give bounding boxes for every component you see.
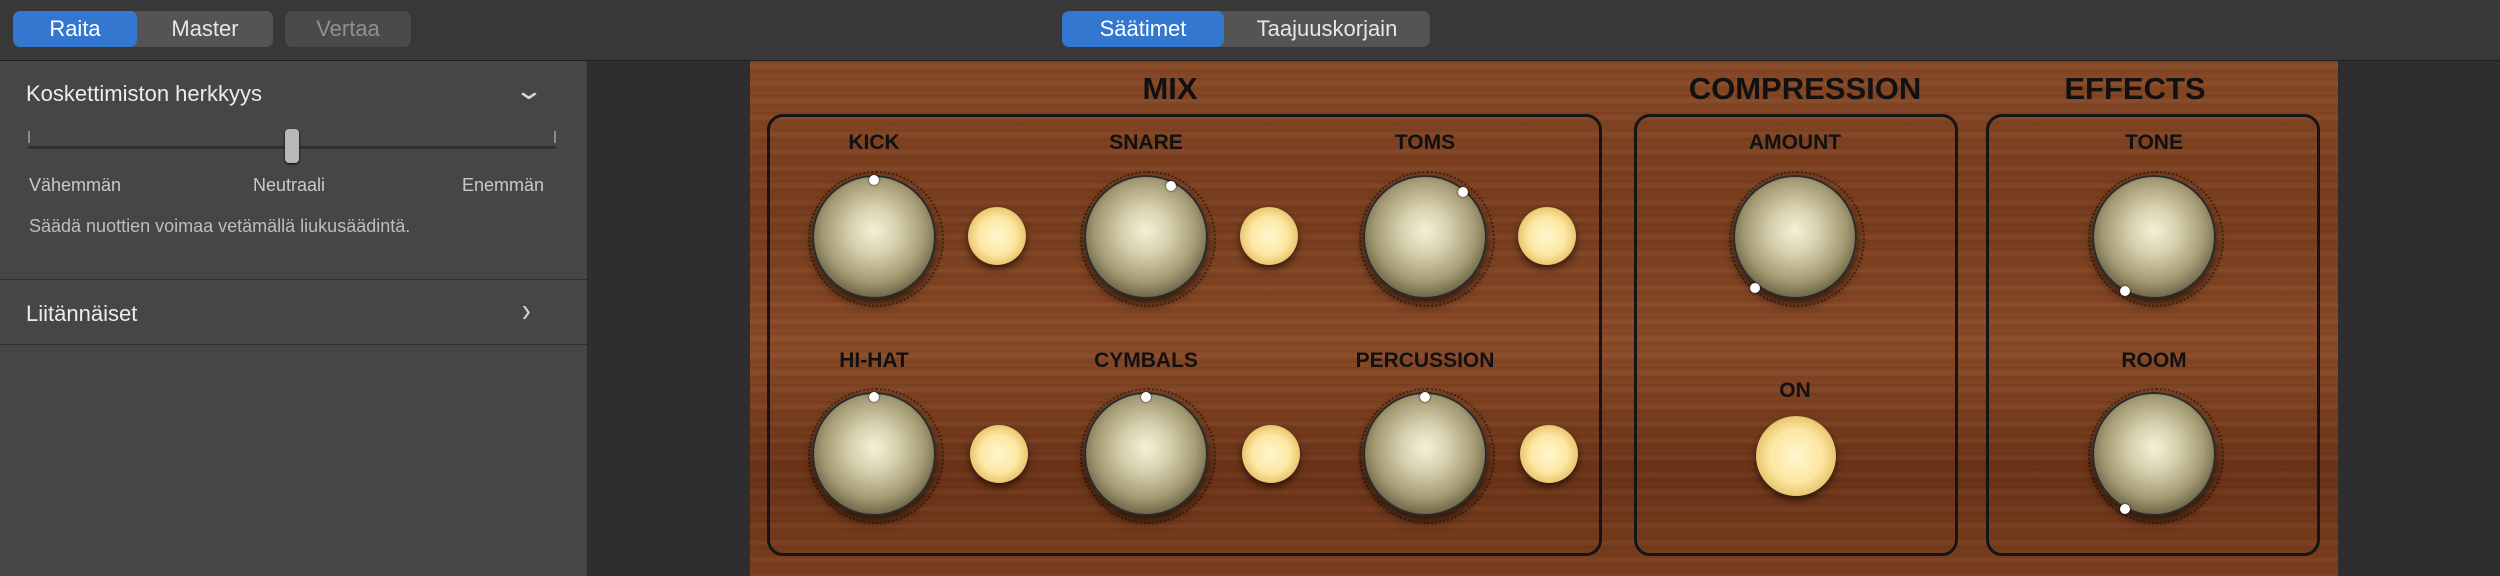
knob-indicator	[1141, 392, 1151, 402]
tab-controls[interactable]: Säätimet	[1062, 11, 1224, 47]
slider-mid-label: Neutraali	[253, 175, 326, 195]
snare-mute-led[interactable]	[1240, 207, 1298, 265]
cymbals-mute-led[interactable]	[1242, 425, 1300, 483]
compression-on-label: ON	[1779, 379, 1811, 402]
slider-min-label: Vähemmän	[29, 175, 122, 195]
tab-eq[interactable]: Taajuuskorjain	[1224, 11, 1430, 47]
tone-label: TONE	[2125, 131, 2183, 154]
knob-indicator	[1458, 187, 1468, 197]
velocity-description: Säädä nuottien voimaa vetämällä liukusää…	[29, 216, 411, 236]
toms-mute-led[interactable]	[1518, 207, 1576, 265]
percussion-volume-knob[interactable]	[1363, 392, 1487, 516]
mix-title: MIX	[1142, 71, 1198, 106]
toms-volume-knob[interactable]	[1363, 175, 1487, 299]
cymbals-volume-knob[interactable]	[1084, 392, 1208, 516]
percussion-mute-led[interactable]	[1520, 425, 1578, 483]
inspector-sidebar: Koskettimiston herkkyys ⌄ Vähemmän Neutr…	[0, 61, 588, 576]
knob-indicator	[869, 175, 879, 185]
kick-volume-knob[interactable]	[812, 175, 936, 299]
divider	[0, 279, 587, 280]
knob-indicator	[869, 392, 879, 402]
plugins-section-title[interactable]: Liitännäiset	[26, 301, 137, 327]
chevron-right-icon[interactable]: ›	[522, 290, 531, 330]
kick-label: KICK	[848, 131, 900, 154]
hihat-label: HI-HAT	[839, 349, 909, 372]
knob-indicator	[1750, 283, 1760, 293]
knob-indicator	[1166, 181, 1176, 191]
track-master-switch: Raita Master	[13, 11, 273, 47]
drum-kit-panel: MIX COMPRESSION EFFECTS KICK SNARE TOMS …	[750, 61, 2338, 576]
chevron-down-icon[interactable]: ⌄	[514, 75, 545, 106]
cymbals-label: CYMBALS	[1094, 349, 1198, 372]
kick-mute-led[interactable]	[968, 207, 1026, 265]
room-knob[interactable]	[2092, 392, 2216, 516]
amount-label: AMOUNT	[1748, 131, 1842, 154]
knob-indicator	[2120, 286, 2130, 296]
velocity-slider-thumb[interactable]	[285, 129, 299, 163]
room-label: ROOM	[2121, 349, 2187, 372]
view-switch: Säätimet Taajuuskorjain	[1062, 11, 1430, 47]
knob-indicator	[2120, 504, 2130, 514]
compression-amount-knob[interactable]	[1733, 175, 1857, 299]
snare-label: SNARE	[1109, 131, 1183, 154]
tab-track[interactable]: Raita	[13, 11, 137, 47]
hihat-mute-led[interactable]	[970, 425, 1028, 483]
effects-title: EFFECTS	[2064, 71, 2206, 106]
tab-master[interactable]: Master	[137, 11, 273, 47]
slider-tick	[28, 131, 30, 143]
snare-volume-knob[interactable]	[1084, 175, 1208, 299]
compare-button[interactable]: Vertaa	[285, 11, 411, 47]
hihat-volume-knob[interactable]	[812, 392, 936, 516]
percussion-label: PERCUSSION	[1355, 349, 1495, 372]
compression-title: COMPRESSION	[1688, 71, 1922, 106]
velocity-section-title[interactable]: Koskettimiston herkkyys	[26, 81, 262, 107]
knob-indicator	[1420, 392, 1430, 402]
divider	[0, 344, 587, 345]
tone-knob[interactable]	[2092, 175, 2216, 299]
slider-max-label: Enemmän	[462, 175, 545, 195]
toms-label: TOMS	[1394, 131, 1456, 154]
slider-tick	[554, 131, 556, 143]
top-toolbar: Raita Master Vertaa Säätimet Taajuuskorj…	[0, 0, 2500, 61]
compression-on-button[interactable]	[1756, 416, 1836, 496]
